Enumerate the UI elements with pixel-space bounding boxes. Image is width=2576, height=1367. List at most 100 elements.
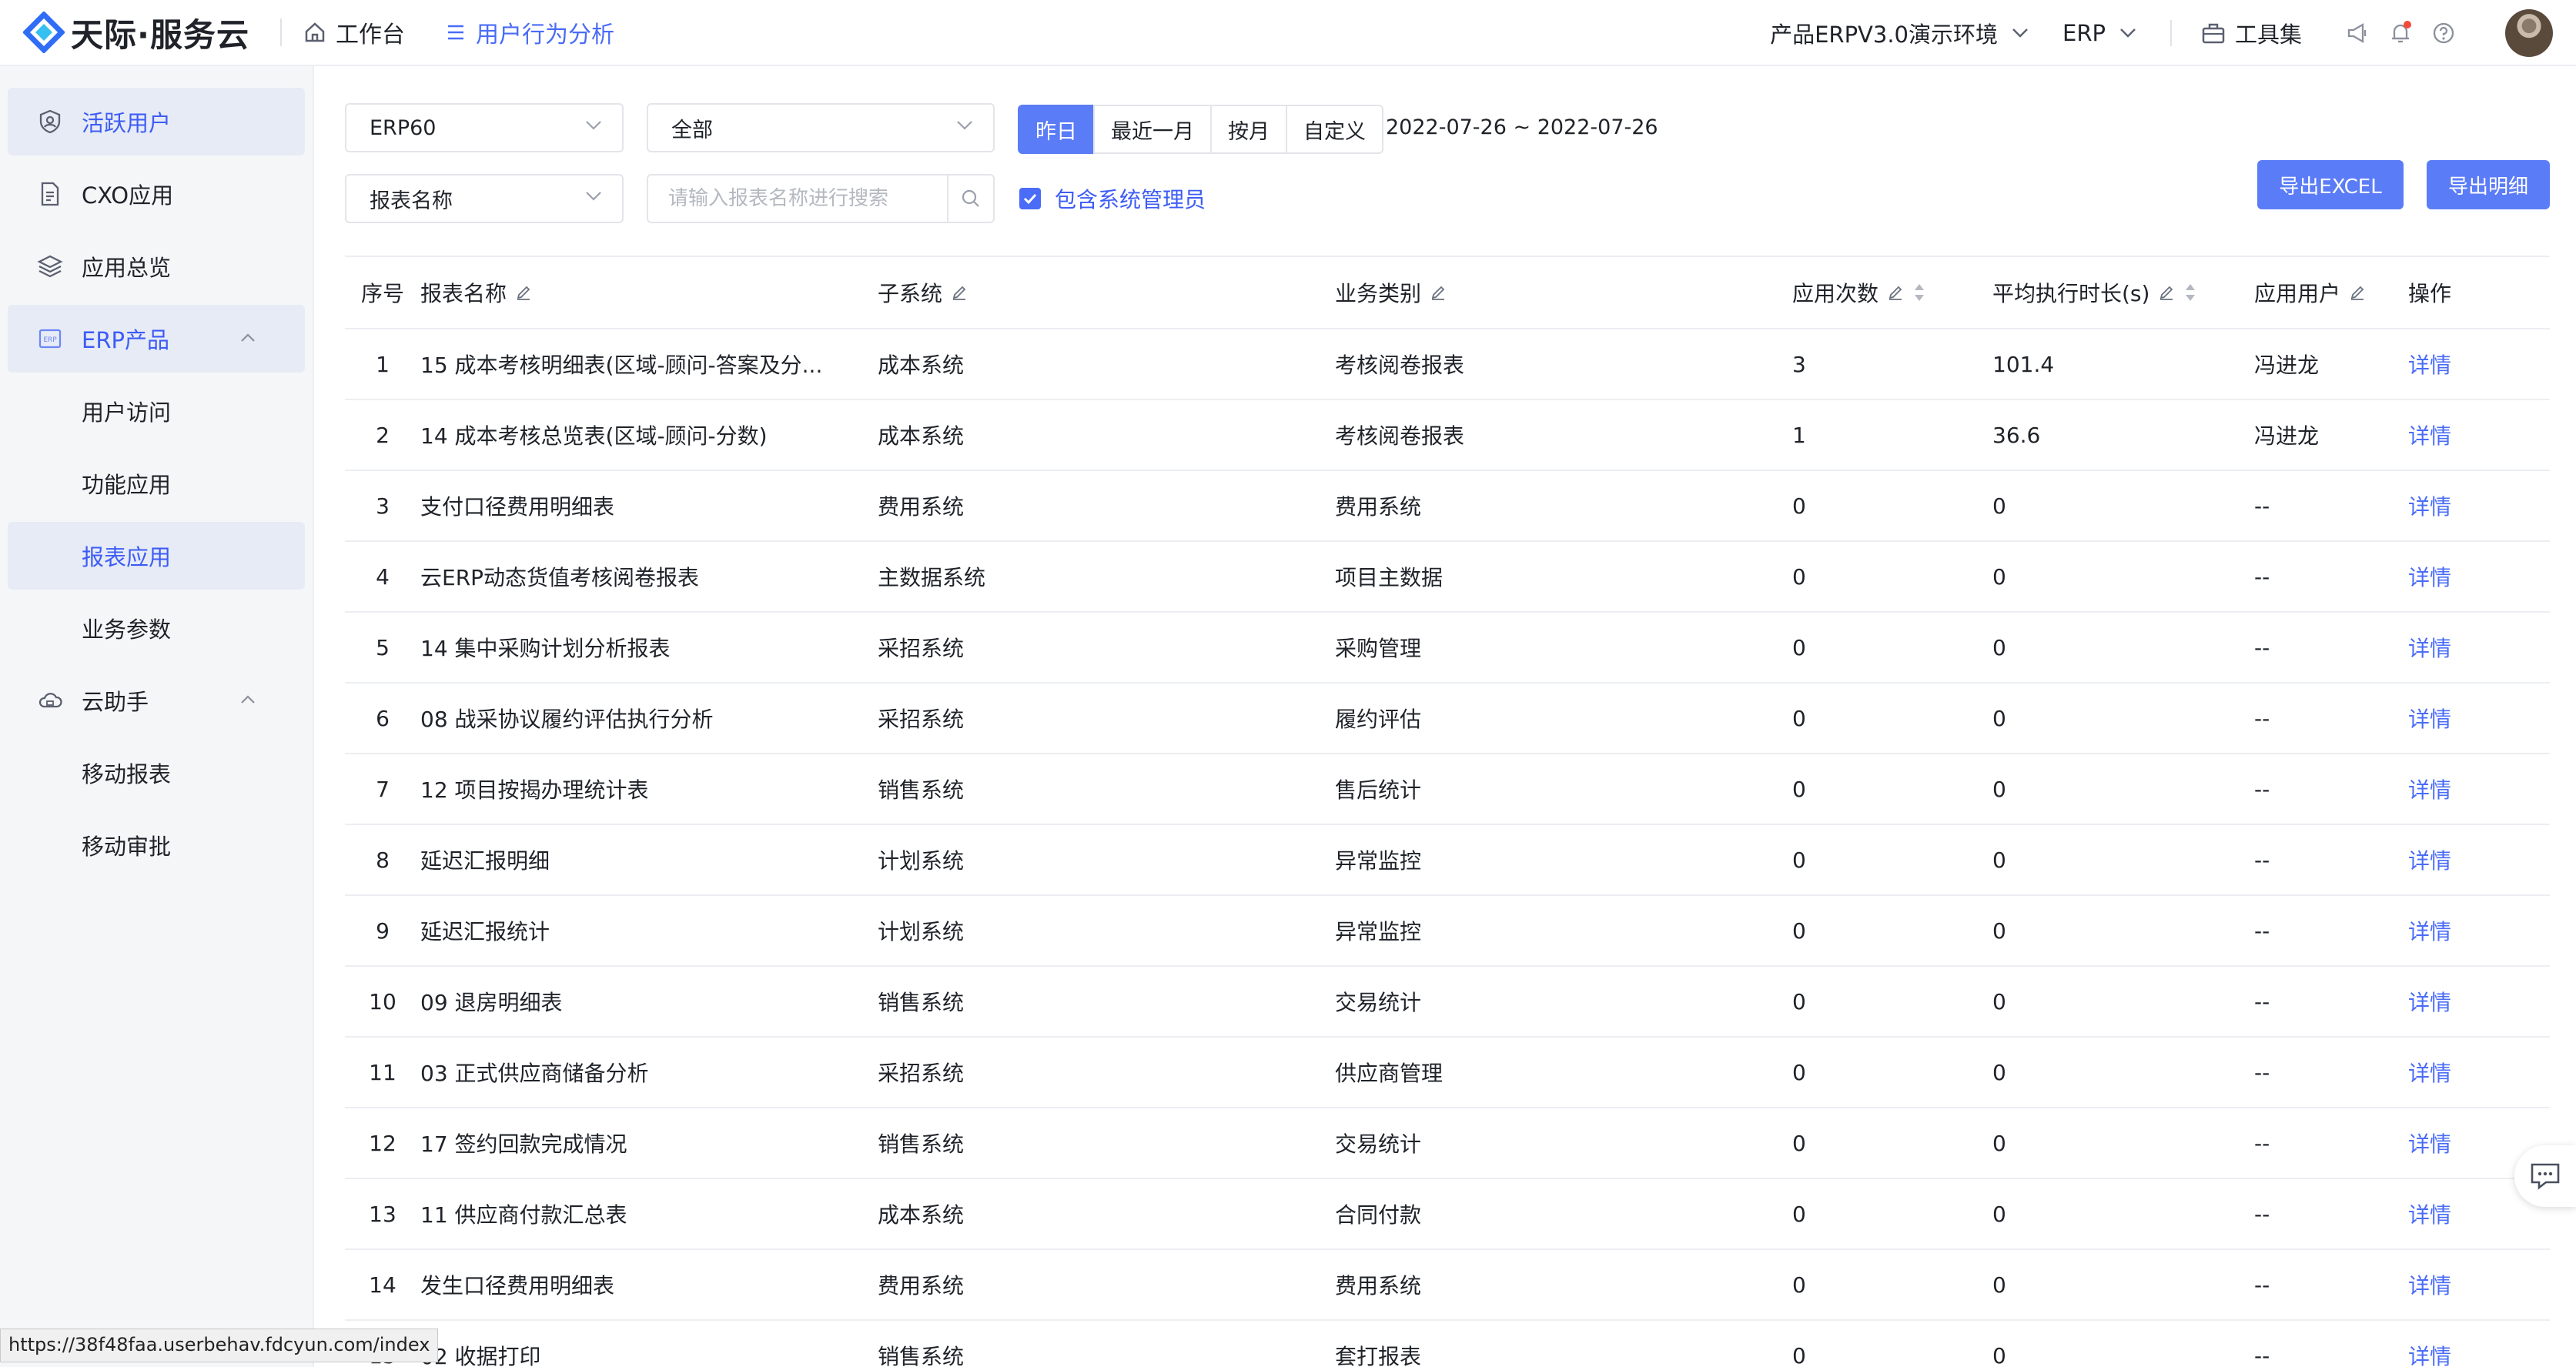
cell-subsystem: 费用系统 — [878, 1273, 965, 1298]
product-select-value: ERP — [2062, 20, 2106, 46]
user-avatar[interactable] — [2505, 9, 2553, 57]
cell-report-name: 03 正式供应商储备分析 — [420, 1061, 649, 1086]
sidebar-item-label: 云助手 — [82, 689, 149, 715]
edit-icon[interactable] — [514, 283, 533, 302]
cell-index: 7 — [376, 776, 390, 802]
export-detail-button[interactable]: 导出明细 — [2427, 160, 2550, 209]
sidebar-subitem-user-visit[interactable]: 用户访问 — [8, 377, 305, 445]
search-field-select[interactable]: 报表名称 — [345, 174, 624, 223]
search-button[interactable] — [947, 175, 993, 222]
detail-link[interactable]: 详情 — [2408, 349, 2550, 379]
sidebar-item-app-overview[interactable]: 应用总览 — [8, 232, 305, 300]
cell-business-category: 售后统计 — [1335, 777, 1422, 803]
notification-button[interactable] — [2385, 18, 2416, 48]
chevron-up-icon — [241, 695, 255, 704]
edit-icon[interactable] — [1429, 283, 1447, 302]
sidebar-item-cloud-assistant[interactable]: 云助手 — [8, 667, 305, 734]
brand-logo-icon — [22, 11, 65, 54]
sidebar-item-active-users[interactable]: 活跃用户 — [8, 88, 305, 155]
detail-link[interactable]: 详情 — [2408, 1198, 2550, 1229]
include-admin-label: 包含系统管理员 — [1055, 187, 1206, 212]
nav-user-behavior[interactable]: 用户行为分析 — [445, 15, 614, 49]
edit-icon[interactable] — [2157, 283, 2176, 302]
edit-icon[interactable] — [2348, 283, 2367, 302]
cell-business-category: 交易统计 — [1335, 990, 1422, 1015]
cell-index: 9 — [376, 917, 390, 944]
header-business-category[interactable]: 业务类别 — [1335, 277, 1792, 308]
cell-usage-count: 0 — [1792, 493, 1806, 519]
cell-business-category: 履约评估 — [1335, 707, 1422, 732]
detail-link[interactable]: 详情 — [2408, 1057, 2550, 1088]
header-subsystem[interactable]: 子系统 — [878, 277, 1335, 308]
detail-link[interactable]: 详情 — [2408, 632, 2550, 663]
detail-link[interactable]: 详情 — [2408, 561, 2550, 592]
chevron-up-icon — [241, 333, 255, 342]
detail-link[interactable]: 详情 — [2408, 703, 2550, 734]
header-app-user[interactable]: 应用用户 — [2254, 277, 2408, 308]
cell-avg-duration: 0 — [1992, 917, 2006, 944]
help-button[interactable] — [2428, 18, 2459, 48]
cell-business-category: 采购管理 — [1335, 636, 1422, 661]
detail-link[interactable]: 详情 — [2408, 1340, 2550, 1367]
cell-index: 12 — [369, 1130, 396, 1156]
cell-app-user: -- — [2254, 705, 2270, 731]
sort-icon[interactable] — [1912, 282, 1926, 303]
period-yesterday-button[interactable]: 昨日 — [1018, 105, 1095, 154]
env-select[interactable]: 产品ERPV3.0演示环境 — [1770, 17, 2029, 49]
announcement-button[interactable] — [2342, 18, 2373, 48]
chat-float-button[interactable] — [2514, 1145, 2576, 1207]
sidebar-subitem-feature-usage[interactable]: 功能应用 — [8, 450, 305, 517]
sort-icon[interactable] — [2183, 282, 2197, 303]
sidebar-subitem-business-params[interactable]: 业务参数 — [8, 594, 305, 662]
edit-icon[interactable] — [1886, 283, 1905, 302]
nav-workbench[interactable]: 工作台 — [303, 15, 405, 49]
cell-subsystem: 主数据系统 — [878, 565, 986, 590]
sidebar-item-erp[interactable]: ERP ERP产品 — [8, 305, 305, 373]
cell-report-name: 12 项目按揭办理统计表 — [420, 777, 649, 803]
detail-link[interactable]: 详情 — [2408, 986, 2550, 1017]
header-report-name[interactable]: 报表名称 — [420, 277, 878, 308]
svg-text:ERP: ERP — [43, 336, 57, 344]
product-select[interactable]: ERP — [2062, 20, 2136, 46]
detail-link[interactable]: 详情 — [2408, 774, 2550, 804]
include-admin-checkbox[interactable]: 包含系统管理员 — [1019, 183, 1206, 214]
cell-app-user: -- — [2254, 847, 2270, 873]
period-custom-button[interactable]: 自定义 — [1286, 105, 1383, 154]
layers-icon — [37, 255, 63, 278]
sidebar-item-cxo[interactable]: CXO应用 — [8, 160, 305, 228]
table-row: 12 17 签约回款完成情况 销售系统 交易统计 0 0 -- 详情 — [345, 1108, 2550, 1179]
sidebar-subitem-report-usage[interactable]: 报表应用 — [8, 522, 305, 590]
sidebar-subitem-mobile-approval[interactable]: 移动审批 — [8, 811, 305, 879]
detail-link[interactable]: 详情 — [2408, 490, 2550, 521]
cell-app-user: -- — [2254, 917, 2270, 944]
product-filter-select[interactable]: ERP60 — [345, 103, 624, 152]
scope-filter-select[interactable]: 全部 — [647, 103, 995, 152]
export-excel-button[interactable]: 导出EXCEL — [2257, 160, 2404, 209]
header-index: 序号 — [360, 281, 404, 306]
cell-app-user: -- — [2254, 1272, 2270, 1298]
header-avg-duration[interactable]: 平均执行时长(s) — [1992, 277, 2254, 308]
table-row: 10 09 退房明细表 销售系统 交易统计 0 0 -- 详情 — [345, 967, 2550, 1038]
edit-icon[interactable] — [950, 283, 969, 302]
detail-link[interactable]: 详情 — [2408, 915, 2550, 946]
sidebar-item-label: ERP产品 — [82, 327, 169, 353]
detail-link[interactable]: 详情 — [2408, 844, 2550, 875]
tools-menu[interactable]: 工具集 — [2201, 17, 2302, 49]
search-box — [647, 174, 995, 223]
nav-user-behavior-label: 用户行为分析 — [476, 22, 614, 48]
detail-link[interactable]: 详情 — [2408, 1269, 2550, 1300]
brand-logo[interactable]: 天际·服务云 — [22, 9, 269, 56]
header-usage-count[interactable]: 应用次数 — [1792, 277, 1992, 308]
sidebar-subitem-mobile-reports[interactable]: 移动报表 — [8, 739, 305, 807]
period-by-month-button[interactable]: 按月 — [1210, 105, 1287, 154]
period-last-month-button[interactable]: 最近一月 — [1093, 105, 1212, 154]
table-row: 11 03 正式供应商储备分析 采招系统 供应商管理 0 0 -- 详情 — [345, 1038, 2550, 1108]
cell-index: 13 — [369, 1201, 396, 1227]
cell-business-category: 交易统计 — [1335, 1131, 1422, 1157]
cell-avg-duration: 101.4 — [1992, 351, 2055, 377]
cell-business-category: 费用系统 — [1335, 1273, 1422, 1298]
checkbox-checked-icon — [1019, 188, 1041, 209]
search-input[interactable] — [648, 175, 947, 222]
detail-link[interactable]: 详情 — [2408, 419, 2550, 450]
cell-report-name: 17 签约回款完成情况 — [420, 1131, 627, 1157]
